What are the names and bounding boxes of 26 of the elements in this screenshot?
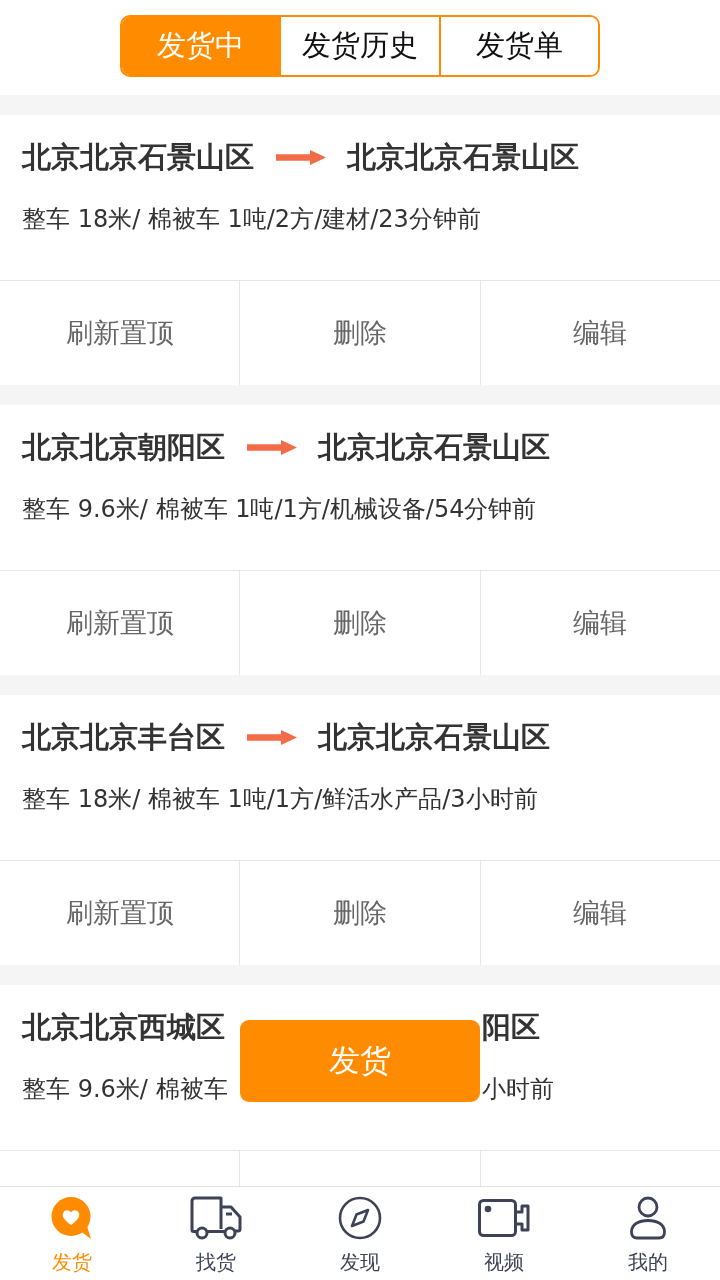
video-camera-icon <box>477 1196 531 1240</box>
arrow-icon <box>276 149 326 165</box>
destination-city: 北京北京石景山区 <box>318 719 550 756</box>
destination-city: 阳区 <box>481 1009 541 1046</box>
origin-city: 北京北京丰台区 <box>22 719 225 756</box>
destination-city: 北京北京石景山区 <box>318 429 550 466</box>
origin-city: 北京北京朝阳区 <box>22 429 225 466</box>
arrow-icon <box>247 439 297 455</box>
shipment-details: 小时前 <box>481 1074 555 1105</box>
nav-item[interactable]: 找货 <box>144 1187 288 1280</box>
person-icon <box>629 1196 667 1240</box>
truck-icon <box>189 1196 243 1240</box>
tab[interactable]: 发货单 <box>438 17 598 75</box>
shipment-details: 整车 18米/ 棉被车 1吨/1方/鲜活水产品/3小时前 <box>22 784 539 815</box>
compass-icon <box>338 1196 382 1240</box>
origin-city: 北京北京西城区 <box>20 1009 226 1046</box>
heart-bubble-icon <box>50 1196 94 1240</box>
shipment-details: 整车 9.6米/ 棉被车 1吨/1方/机械设备/54分钟前 <box>22 494 538 525</box>
nav-item[interactable]: 视频 <box>432 1187 576 1280</box>
shipment-details: 整车 9.6米/ 棉被车 <box>21 1074 229 1105</box>
arrow-icon <box>247 729 297 745</box>
shipment-details: 整车 18米/ 棉被车 1吨/2方/建材/23分钟前 <box>22 204 482 235</box>
nav-item[interactable]: 发现 <box>288 1187 432 1280</box>
origin-city: 北京北京石景山区 <box>22 139 254 176</box>
destination-city: 北京北京石景山区 <box>347 139 579 176</box>
nav-item[interactable]: 我的 <box>576 1187 720 1280</box>
